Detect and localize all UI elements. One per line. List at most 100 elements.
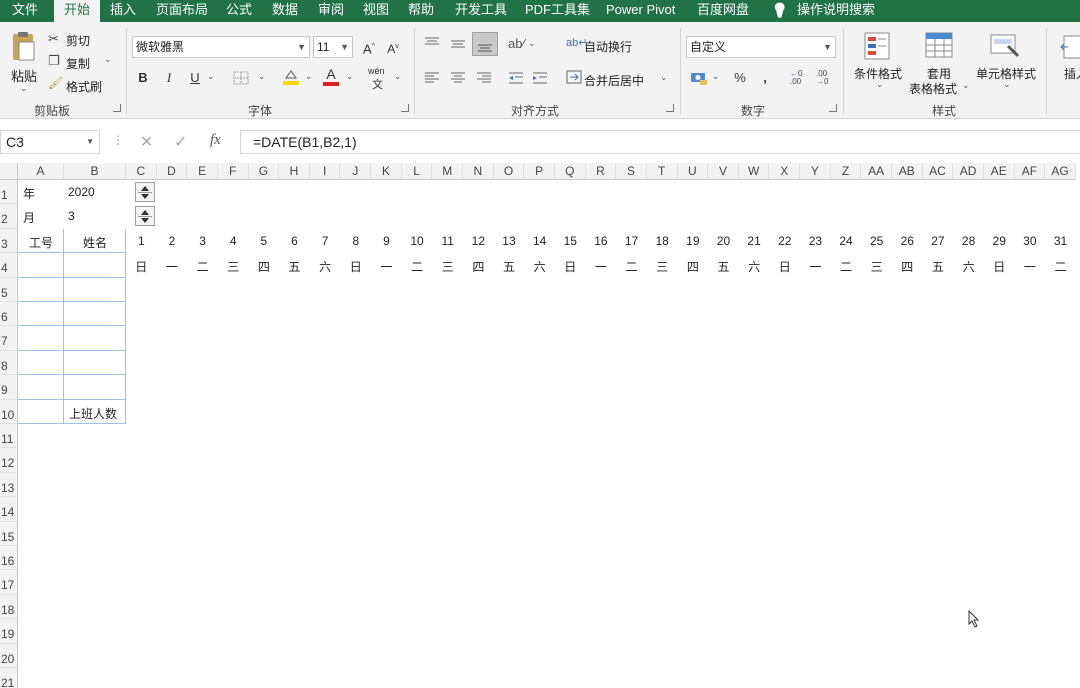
day-cell[interactable]: 8	[340, 234, 371, 248]
row-header-10[interactable]: 10	[0, 399, 18, 424]
column-header-aa[interactable]: AA	[861, 163, 892, 180]
align-right-icon[interactable]	[476, 71, 492, 88]
weekday-cell[interactable]: 一	[800, 258, 831, 275]
align-bottom-icon[interactable]	[472, 32, 498, 56]
row-header-17[interactable]: 17	[0, 570, 18, 595]
day-cell[interactable]: 23	[800, 234, 831, 248]
tell-me-search[interactable]: 操作说明搜索	[797, 0, 875, 22]
align-left-icon[interactable]	[424, 71, 440, 88]
row-header-12[interactable]: 12	[0, 448, 18, 473]
row-header-3[interactable]: 3	[0, 228, 18, 254]
enter-icon[interactable]: ✓	[174, 132, 187, 152]
table-cell[interactable]	[18, 277, 64, 302]
weekday-cell[interactable]: 二	[1045, 258, 1076, 275]
row-header-4[interactable]: 4	[0, 253, 18, 278]
select-all-corner[interactable]	[0, 163, 18, 180]
spin-up-icon[interactable]	[141, 186, 149, 191]
table-cell[interactable]	[18, 375, 64, 400]
day-cell[interactable]: 14	[524, 234, 555, 248]
format-as-table-dropdown-icon[interactable]: ⌄	[962, 80, 970, 91]
insert-cells-button[interactable]: 插入	[1064, 65, 1080, 82]
orientation-icon[interactable]: ab⁄	[508, 36, 525, 51]
borders-icon[interactable]	[233, 71, 249, 88]
accounting-format-icon[interactable]	[690, 70, 708, 89]
copy-button[interactable]: 复制	[66, 55, 90, 72]
percent-button[interactable]: %	[729, 68, 751, 88]
day-cell[interactable]: 27	[923, 234, 954, 248]
day-cell[interactable]: 15	[555, 234, 586, 248]
cut-button[interactable]: 剪切	[66, 32, 90, 49]
cell-b2[interactable]: 3	[68, 209, 75, 223]
format-as-table-button-line2[interactable]: 表格格式	[909, 80, 957, 97]
column-header-k[interactable]: K	[371, 163, 402, 180]
day-cell[interactable]: 17	[616, 234, 647, 248]
column-header-o[interactable]: O	[493, 163, 525, 180]
number-launcher-icon[interactable]	[829, 104, 837, 112]
weekday-cell[interactable]: 四	[463, 258, 494, 275]
tab-power-pivot[interactable]: Power Pivot	[606, 0, 675, 22]
grow-font-button[interactable]: A^	[358, 37, 380, 57]
paste-dropdown-icon[interactable]: ⌄	[20, 83, 28, 94]
day-cell[interactable]: 10	[402, 234, 433, 248]
row-header-1[interactable]: 1	[0, 180, 18, 205]
row-header-16[interactable]: 16	[0, 546, 18, 571]
weekday-cell[interactable]: 日	[984, 258, 1015, 275]
weekday-cell[interactable]: 六	[310, 258, 341, 275]
tab-data[interactable]: 数据	[272, 0, 298, 22]
tab-file[interactable]: 文件	[12, 0, 38, 22]
day-cell[interactable]: 21	[739, 234, 770, 248]
column-header-t[interactable]: T	[646, 163, 678, 180]
day-cell[interactable]: 5	[249, 234, 280, 248]
weekday-cell[interactable]: 三	[218, 258, 249, 275]
cell-b10[interactable]: 上班人数	[69, 405, 117, 422]
day-cell[interactable]: 31	[1045, 234, 1076, 248]
column-header-w[interactable]: W	[738, 163, 770, 180]
tab-developer[interactable]: 开发工具	[455, 0, 507, 22]
cell-a1[interactable]: 年	[23, 185, 35, 202]
row-header-11[interactable]: 11	[0, 424, 18, 449]
table-cell[interactable]	[64, 326, 126, 351]
column-header-m[interactable]: M	[432, 163, 464, 180]
row-header-19[interactable]: 19	[0, 619, 18, 644]
weekday-cell[interactable]: 四	[892, 258, 923, 275]
column-header-g[interactable]: G	[248, 163, 280, 180]
weekday-cell[interactable]: 三	[647, 258, 678, 275]
underline-dropdown-icon[interactable]: ⌄	[207, 71, 215, 82]
format-painter-button[interactable]: 格式刷	[66, 78, 102, 95]
day-cell[interactable]: 28	[953, 234, 984, 248]
orientation-dropdown-icon[interactable]: ⌄	[528, 38, 536, 49]
column-header-ac[interactable]: AC	[922, 163, 954, 180]
cell-a2[interactable]: 月	[23, 209, 35, 226]
weekday-cell[interactable]: 五	[708, 258, 739, 275]
font-name-combo[interactable]: 微软雅黑 ▼	[132, 36, 310, 58]
table-cell[interactable]	[64, 277, 126, 302]
weekday-cell[interactable]: 六	[953, 258, 984, 275]
day-cell[interactable]: 16	[586, 234, 617, 248]
day-cell[interactable]: 2	[157, 234, 188, 248]
day-cell[interactable]: 29	[984, 234, 1015, 248]
tab-pdf-tools[interactable]: PDF工具集	[525, 0, 590, 22]
borders-dropdown-icon[interactable]: ⌄	[258, 71, 266, 82]
column-header-e[interactable]: E	[187, 163, 218, 180]
table-cell[interactable]	[18, 302, 64, 327]
month-spin-button[interactable]	[135, 206, 155, 227]
merge-center-button[interactable]: 合并后居中	[584, 72, 644, 89]
day-cell[interactable]: 24	[831, 234, 862, 248]
day-cell[interactable]: 26	[892, 234, 923, 248]
column-header-f[interactable]: F	[217, 163, 249, 180]
align-middle-icon[interactable]	[450, 36, 466, 53]
insert-function-icon[interactable]: fx	[210, 132, 221, 149]
cell-b3[interactable]: 姓名	[64, 234, 126, 251]
row-header-9[interactable]: 9	[0, 375, 18, 400]
spin-down-icon[interactable]	[141, 218, 149, 224]
column-header-z[interactable]: Z	[830, 163, 862, 180]
row-header-2[interactable]: 2	[0, 204, 18, 229]
comma-button[interactable]: ,	[754, 68, 776, 88]
worksheet-grid[interactable]: A B C D E F G H I J K L M N O P Q R S T U V W X Y Z AA AB AC AD AE AF AG…	[0, 163, 1080, 688]
weekday-cell[interactable]: 二	[616, 258, 647, 275]
decrease-indent-icon[interactable]	[508, 71, 524, 88]
weekday-cell[interactable]: 五	[279, 258, 310, 275]
weekday-cell[interactable]: 四	[249, 258, 280, 275]
day-cell[interactable]: 4	[218, 234, 249, 248]
column-header-v[interactable]: V	[708, 163, 739, 180]
